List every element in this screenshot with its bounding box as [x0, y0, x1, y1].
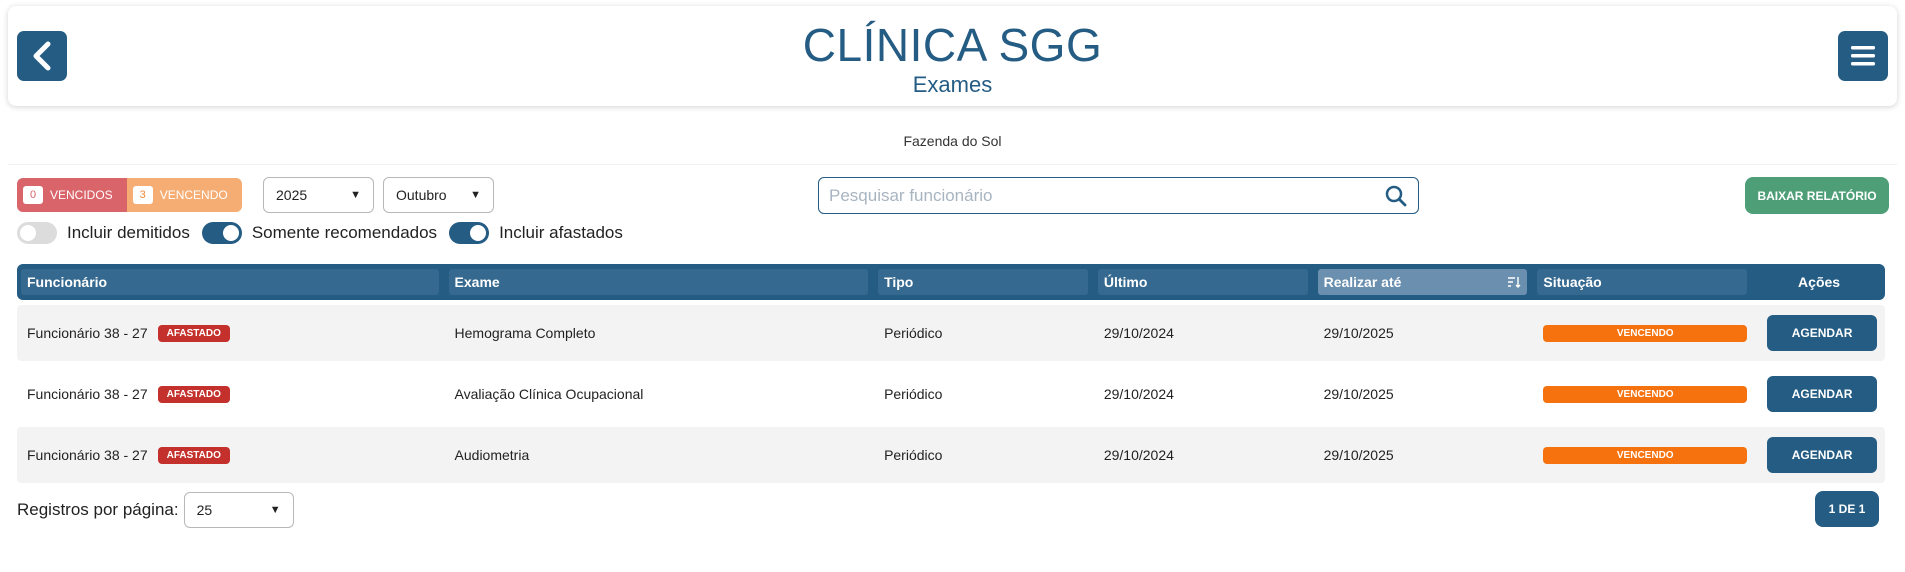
agendar-button[interactable]: AGENDAR: [1767, 376, 1878, 412]
cell-tipo: Periódico: [884, 447, 943, 463]
table-row: Funcionário 38 - 27 AFASTADO Audiometria …: [17, 427, 1885, 483]
vencendo-count: 3: [132, 186, 153, 204]
column-header-situacao[interactable]: Situação: [1537, 269, 1748, 295]
afastado-badge: AFASTADO: [157, 385, 230, 403]
chevron-down-icon: ▼: [269, 504, 281, 516]
cell-situacao: VENCENDO: [1537, 446, 1748, 464]
employee-name: Funcionário 38 - 27: [27, 447, 148, 463]
cell-tipo: Periódico: [884, 386, 943, 402]
column-header-exame[interactable]: Exame: [448, 269, 869, 295]
status-badge: VENCENDO: [1543, 446, 1748, 464]
search-icon[interactable]: [1384, 184, 1408, 208]
column-header-label: Realizar até: [1323, 274, 1402, 290]
table-header: Funcionário Exame Tipo Último Realizar a…: [17, 264, 1885, 300]
toggle-incluir-afastados: Incluir afastados: [449, 222, 623, 244]
hamburger-menu-icon: [1851, 46, 1875, 66]
cell-ultimo: 29/10/2024: [1103, 386, 1174, 402]
toggle-incluir-demitidos: Incluir demitidos: [17, 222, 190, 244]
somente-recomendados-switch[interactable]: [201, 222, 242, 244]
incluir-afastados-switch[interactable]: [449, 222, 490, 244]
column-header-tipo[interactable]: Tipo: [878, 269, 1088, 295]
cell-exame: Hemograma Completo: [454, 325, 596, 341]
month-select[interactable]: Outubro ▼: [383, 177, 494, 213]
year-select[interactable]: 2025 ▼: [263, 177, 374, 213]
status-badge: VENCENDO: [1543, 385, 1748, 403]
cell-acoes: AGENDAR: [1757, 437, 1881, 473]
toggle-label: Incluir afastados: [499, 223, 623, 242]
pagination-button[interactable]: 1 DE 1: [1815, 491, 1879, 527]
afastado-badge: AFASTADO: [157, 324, 230, 342]
cell-ultimo: 29/10/2024: [1103, 325, 1174, 341]
toggle-label: Incluir demitidos: [67, 223, 190, 242]
cell-funcionario: Funcionário 38 - 27 AFASTADO: [21, 446, 439, 464]
chevron-down-icon: ▼: [350, 189, 361, 201]
agendar-button[interactable]: AGENDAR: [1767, 437, 1878, 473]
toggle-somente-recomendados: Somente recomendados: [201, 222, 438, 244]
table-row: Funcionário 38 - 27 AFASTADO Hemograma Co…: [17, 305, 1885, 361]
afastado-badge: AFASTADO: [157, 446, 230, 464]
vencidos-filter-badge[interactable]: 0 VENCIDOS: [17, 178, 127, 212]
vencendo-label: VENCENDO: [159, 188, 228, 202]
cell-acoes: AGENDAR: [1757, 315, 1881, 351]
vencendo-filter-badge[interactable]: 3 VENCENDO: [126, 178, 242, 212]
per-page-select[interactable]: 25 ▼: [183, 492, 294, 528]
cell-exame: Avaliação Clínica Ocupacional: [454, 386, 644, 402]
month-select-value: Outubro: [396, 187, 447, 203]
records-per-page: Registros por página: 25 ▼: [17, 492, 294, 528]
column-header-ultimo[interactable]: Último: [1097, 269, 1308, 295]
year-select-value: 2025: [276, 187, 308, 203]
company-name: Fazenda do Sol: [903, 133, 1002, 149]
cell-situacao: VENCENDO: [1537, 324, 1748, 342]
vencidos-label: VENCIDOS: [50, 188, 113, 202]
per-page-value: 25: [196, 502, 213, 518]
divider: [8, 164, 1897, 165]
agendar-button[interactable]: AGENDAR: [1767, 315, 1878, 351]
employee-name: Funcionário 38 - 27: [27, 325, 148, 341]
page-title: CLÍNICA SGG: [802, 19, 1103, 71]
incluir-demitidos-switch[interactable]: [17, 222, 57, 244]
switch-knob: [222, 225, 239, 241]
table-row: Funcionário 38 - 27 AFASTADO Avaliação Cl…: [17, 366, 1885, 422]
status-counters: 0 VENCIDOS 3 VENCENDO: [17, 178, 242, 212]
filter-toggles: Incluir demitidos Somente recomendados I…: [17, 222, 635, 244]
status-badge: VENCENDO: [1543, 324, 1748, 342]
download-report-button[interactable]: BAIXAR RELATÓRIO: [1745, 177, 1889, 214]
cell-realizar-ate: 29/10/2025: [1323, 447, 1394, 463]
sort-descending-icon: [1508, 277, 1521, 288]
employee-name: Funcionário 38 - 27: [27, 386, 148, 402]
app-header: CLÍNICA SGG Exames: [8, 6, 1897, 106]
cell-realizar-ate: 29/10/2025: [1323, 325, 1394, 341]
cell-acoes: AGENDAR: [1757, 376, 1881, 412]
column-header-acoes: Ações: [1798, 274, 1841, 290]
cell-tipo: Periódico: [884, 325, 943, 341]
vencidos-count: 0: [23, 186, 43, 204]
per-page-label: Registros por página:: [17, 500, 179, 519]
cell-exame: Audiometria: [454, 447, 530, 463]
column-header-realizar-ate[interactable]: Realizar até: [1317, 269, 1528, 295]
cell-realizar-ate: 29/10/2025: [1323, 386, 1394, 402]
switch-knob: [20, 225, 36, 241]
column-header-funcionario[interactable]: Funcionário: [21, 269, 439, 295]
exams-table: Funcionário Exame Tipo Último Realizar a…: [17, 264, 1885, 483]
toggle-label: Somente recomendados: [251, 223, 438, 242]
cell-funcionario: Funcionário 38 - 27 AFASTADO: [21, 385, 439, 403]
chevron-down-icon: ▼: [470, 189, 481, 201]
cell-funcionario: Funcionário 38 - 27 AFASTADO: [21, 324, 439, 342]
search-box: [818, 177, 1419, 214]
switch-knob: [470, 225, 487, 241]
page-subtitle: Exames: [912, 72, 993, 97]
search-input[interactable]: [829, 185, 1384, 206]
menu-button[interactable]: [1838, 31, 1888, 81]
cell-situacao: VENCENDO: [1537, 385, 1748, 403]
cell-ultimo: 29/10/2024: [1103, 447, 1174, 463]
